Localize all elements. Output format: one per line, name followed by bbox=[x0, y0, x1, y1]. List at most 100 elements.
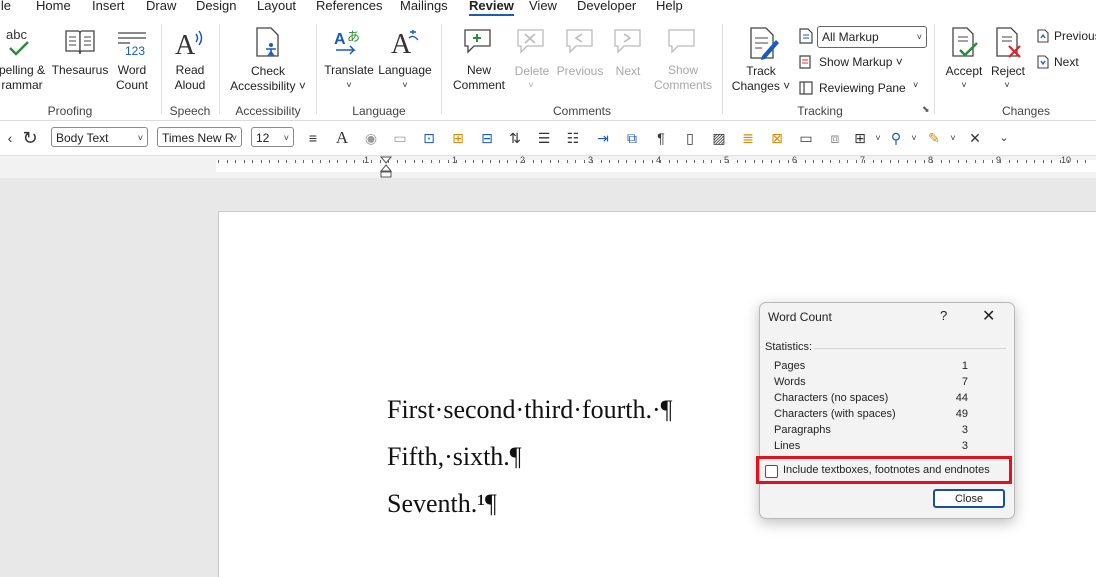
sort-icon[interactable]: ⇅ bbox=[507, 130, 523, 146]
menu-view[interactable]: View bbox=[529, 0, 557, 13]
menu-home[interactable]: Home bbox=[36, 0, 71, 13]
include-textboxes-highlight: Include textboxes, footnotes and endnote… bbox=[756, 456, 1012, 484]
language-dropdown-icon[interactable]: ˅ bbox=[398, 78, 412, 93]
menu-mailings[interactable]: Mailings bbox=[400, 0, 448, 13]
indent-icon[interactable]: ⇥ bbox=[595, 130, 611, 146]
ruler-tick bbox=[694, 160, 695, 163]
menu-references[interactable]: References bbox=[316, 0, 382, 13]
accept-icon bbox=[952, 27, 978, 57]
show-comments-icon bbox=[668, 29, 695, 54]
language-button[interactable]: Language bbox=[376, 63, 434, 78]
ruler-tick bbox=[524, 160, 525, 163]
translate-dropdown-icon[interactable]: ˅ bbox=[342, 78, 356, 93]
undo-arrow-icon[interactable]: ‹ bbox=[2, 130, 18, 146]
reject-dropdown-icon[interactable]: ˅ bbox=[1000, 78, 1014, 93]
document-paragraph[interactable]: First·second·third·fourth.·¶ bbox=[387, 395, 672, 425]
chevron-down-icon[interactable]: ˅ bbox=[870, 130, 886, 146]
document-paragraph[interactable]: Fifth,·sixth.¶ bbox=[387, 442, 522, 472]
group-icon[interactable]: ⧈ bbox=[827, 130, 843, 146]
ruler-tick bbox=[677, 160, 678, 163]
menu-review[interactable]: Review bbox=[469, 0, 514, 17]
next-comment-button[interactable]: Next bbox=[608, 64, 648, 79]
pilcrow-icon[interactable]: ¶ bbox=[653, 130, 669, 146]
previous-change-button[interactable]: Previous bbox=[1054, 29, 1096, 43]
font-select[interactable]: Times New R ˅ bbox=[157, 127, 242, 147]
document-paragraph[interactable]: Seventh.¹¶ bbox=[387, 489, 497, 519]
delete-comment-button[interactable]: Delete bbox=[510, 64, 554, 79]
group-proofing: Proofing bbox=[47, 104, 93, 118]
show-comments-button[interactable]: Show Comments bbox=[650, 63, 716, 93]
redo-icon[interactable]: ↻ bbox=[22, 129, 38, 147]
help-icon[interactable]: ? bbox=[940, 308, 947, 323]
include-textboxes-label[interactable]: Include textboxes, footnotes and endnote… bbox=[783, 464, 990, 476]
previous-change-icon bbox=[1037, 29, 1049, 43]
document-icon[interactable]: ▭ bbox=[392, 130, 408, 146]
menu-developer[interactable]: Developer bbox=[577, 0, 636, 13]
accept-dropdown-icon[interactable]: ˅ bbox=[957, 78, 971, 93]
insert-field-icon[interactable]: ⊞ bbox=[450, 130, 466, 146]
translate-button[interactable]: Translate bbox=[322, 63, 376, 78]
indent-marker-icon[interactable] bbox=[380, 156, 392, 178]
table-icon[interactable]: ⊟ bbox=[479, 130, 495, 146]
style-select[interactable]: Body Text ˅ bbox=[51, 127, 148, 147]
previous-comment-button[interactable]: Previous bbox=[552, 64, 608, 79]
highlight-icon[interactable]: ≣ bbox=[740, 130, 756, 146]
image-icon[interactable]: ▨ bbox=[711, 130, 727, 146]
ruler-tick bbox=[881, 160, 882, 163]
reject-button[interactable]: Reject bbox=[986, 64, 1030, 79]
new-comment-button[interactable]: New Comment bbox=[446, 63, 512, 93]
ruler-tick bbox=[286, 160, 287, 163]
page-break-icon[interactable]: ▭ bbox=[798, 130, 814, 146]
ruler-tick bbox=[626, 160, 627, 163]
menu-layout[interactable]: Layout bbox=[257, 0, 296, 13]
close-icon[interactable]: ✕ bbox=[982, 306, 995, 326]
delete-dropdown-icon[interactable]: ˅ bbox=[524, 78, 538, 93]
font-color-icon[interactable]: A bbox=[334, 129, 350, 146]
circle-icon[interactable]: ◉ bbox=[363, 130, 379, 146]
highlighter-icon[interactable]: ✎ bbox=[926, 130, 942, 146]
word-count-dialog: Word Count ? ✕ Statistics: Pages 1 Words 7… bbox=[756, 302, 1015, 519]
markup-select[interactable]: All Markup ˅ bbox=[817, 26, 927, 48]
font-size-select[interactable]: 12 ˅ bbox=[251, 127, 294, 147]
menu-design[interactable]: Design bbox=[196, 0, 236, 13]
ruler-tick bbox=[669, 160, 670, 163]
ruler-tick bbox=[966, 160, 967, 163]
chevron-down-icon: ˅ bbox=[916, 32, 922, 42]
spelling-grammar-button[interactable]: pelling & rammar bbox=[0, 63, 48, 93]
text-box-icon[interactable]: ⊡ bbox=[421, 130, 437, 146]
include-textboxes-checkbox[interactable] bbox=[765, 465, 778, 478]
page-icon[interactable]: ▯ bbox=[682, 130, 698, 146]
bullet-list-icon[interactable]: ☰ bbox=[536, 130, 552, 146]
word-count-button[interactable]: Word Count bbox=[110, 63, 154, 93]
reviewing-pane-dropdown-icon[interactable]: ˅ bbox=[913, 80, 918, 90]
customize-toolbar-icon[interactable]: ⌄ bbox=[996, 130, 1012, 146]
menu-insert[interactable]: Insert bbox=[92, 0, 125, 13]
display-for-review-icon bbox=[799, 28, 813, 44]
format-painter-icon[interactable]: ⧉ bbox=[624, 130, 640, 146]
menu-help[interactable]: Help bbox=[656, 0, 683, 13]
show-markup-icon bbox=[799, 55, 811, 69]
chevron-down-icon[interactable]: ˅ bbox=[945, 130, 961, 146]
link-icon[interactable]: ⚲ bbox=[888, 130, 904, 146]
ruler-tick bbox=[499, 160, 500, 163]
menu-file[interactable]: ile bbox=[0, 0, 11, 13]
check-accessibility-button[interactable]: Check Accessibility ˅ bbox=[222, 64, 314, 94]
divider bbox=[814, 348, 1006, 349]
accept-button[interactable]: Accept bbox=[940, 64, 988, 79]
chevron-down-icon[interactable]: ˅ bbox=[906, 130, 922, 146]
paragraph-format-icon[interactable]: ≡ bbox=[305, 130, 321, 146]
insert-table-icon[interactable]: ⊞ bbox=[852, 130, 868, 146]
close-button[interactable]: Close bbox=[933, 489, 1005, 508]
track-changes-button[interactable]: Track Changes ˅ bbox=[728, 64, 794, 94]
show-markup-button[interactable]: Show Markup ˅ bbox=[819, 55, 903, 69]
reviewing-pane-icon bbox=[799, 81, 813, 95]
clear-formatting-icon[interactable]: ✕ bbox=[967, 130, 983, 146]
reviewing-pane-button[interactable]: Reviewing Pane bbox=[819, 81, 906, 95]
numbered-list-icon[interactable]: ☷ bbox=[565, 130, 581, 146]
read-aloud-button[interactable]: Read Aloud bbox=[168, 63, 212, 93]
menu-draw[interactable]: Draw bbox=[146, 0, 176, 13]
thesaurus-button[interactable]: Thesaurus bbox=[50, 63, 110, 78]
next-change-button[interactable]: Next bbox=[1054, 55, 1079, 69]
line-spacing-icon[interactable]: ⊠ bbox=[769, 130, 785, 146]
dialog-launcher-icon[interactable]: ⬊ bbox=[922, 104, 930, 115]
